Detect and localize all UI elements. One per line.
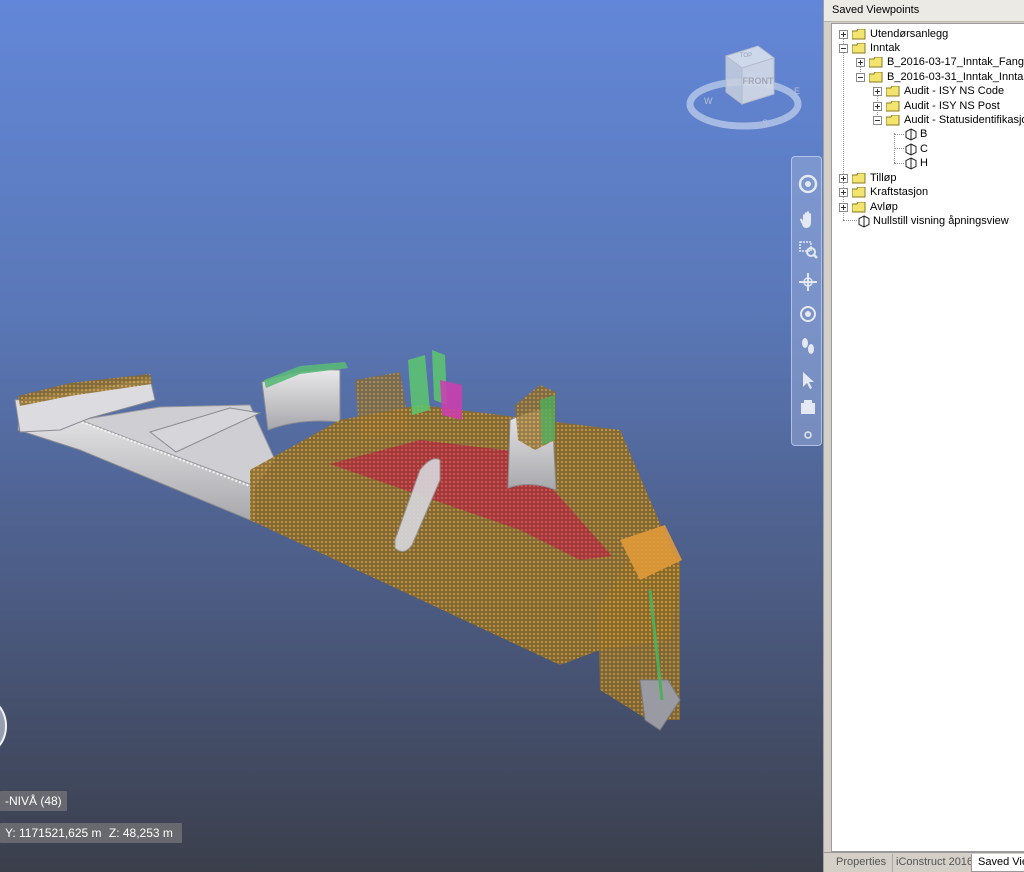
level-label: -NIVÅ (48) [0,791,67,811]
tree-label: Tilløp [870,172,897,184]
tree-label: B [920,128,928,140]
saved-viewpoints-panel: Saved Viewpoints Utendørsanlegg Inntak B… [823,0,1024,872]
expand-toggle[interactable] [873,101,882,111]
viewpoint-icon [905,156,917,170]
viewpoints-tree[interactable]: Utendørsanlegg Inntak B_2016-03-17_Innta… [831,23,1024,852]
expand-toggle[interactable] [873,86,882,96]
compass-icon [0,690,10,762]
panel-title: Saved Viewpoints [824,0,1024,22]
tab-saved-viewpoints[interactable]: Saved Viewpoints [971,854,1024,872]
tree-label: Audit - ISY NS Code [904,85,1005,97]
y-coordinate: Y: 1171521,625 m [5,826,102,840]
collapse-toggle[interactable] [839,43,848,53]
tab-properties[interactable]: Properties [830,854,894,872]
tree-label: H [920,157,928,169]
tree-label: Utendørsanlegg [870,28,949,40]
tree-folder-tillop[interactable]: Tilløp [839,171,896,185]
tree-label: Audit - Statusidentifikasjon [904,114,1024,126]
viewcube-top-label: TOP [740,53,752,59]
collapse-toggle[interactable] [873,115,882,125]
tree-label: Audit - ISY NS Post [904,100,1000,112]
tree-folder-inntakskonstruksjon[interactable]: B_2016-03-31_Inntak_Inntakskonstruksjon [856,70,1024,84]
svg-text:W: W [704,96,713,106]
3d-viewport[interactable]: TOP FRONT E W S -NIVÅ (48) Y: 1171521,62… [0,0,823,872]
tree-label: Kraftstasjon [870,186,929,198]
tree-folder-audit-ns-post[interactable]: Audit - ISY NS Post [873,99,1000,113]
tree-label: C [920,143,928,155]
tree-label: B_2016-03-17_Inntak_Fangdam [887,56,1024,68]
tree-label: Inntak [870,42,900,54]
tree-viewpoint-nullstill[interactable]: Nullstill visning åpningsview [858,214,1009,228]
folder-icon [869,71,883,83]
folder-icon [852,201,866,213]
tree-viewpoint-c[interactable]: C [905,142,928,156]
collapse-toggle[interactable] [856,72,865,82]
svg-text:S: S [762,118,768,128]
expand-toggle[interactable] [839,173,848,183]
navbar-menu-icon[interactable] [795,427,820,443]
orbit-icon[interactable] [795,269,820,294]
look-eye-icon[interactable] [795,301,820,326]
tree-label: Avløp [870,201,898,213]
tree-viewpoint-b[interactable]: B [905,127,927,141]
svg-text:E: E [794,86,800,96]
tree-folder-fangdam[interactable]: B_2016-03-17_Inntak_Fangdam [856,55,1024,69]
tree-viewpoint-h[interactable]: H [905,156,928,170]
viewpoint-icon [858,214,870,228]
walk-footprints-icon[interactable] [795,333,820,358]
tree-folder-inntak[interactable]: Inntak [839,41,900,55]
folder-icon [886,85,900,97]
tree-folder-audit-ns-code[interactable]: Audit - ISY NS Code [873,84,1004,98]
coordinate-readout: Y: 1171521,625 m Z: 48,253 m [0,823,182,843]
tree-folder-audit-status[interactable]: Audit - Statusidentifikasjon [873,113,1024,127]
viewpoint-icon [905,127,917,141]
viewcube-front-label: FRONT [743,76,774,86]
tree-label: Nullstill visning åpningsview [873,215,1009,227]
folder-icon [852,28,866,40]
tree-label: B_2016-03-31_Inntak_Inntakskonstruksjon [887,71,1024,83]
z-coordinate: Z: 48,253 m [108,826,173,840]
section-box-icon[interactable] [795,395,820,420]
navigation-bar [791,156,822,446]
expand-toggle[interactable] [856,57,865,67]
expand-toggle[interactable] [839,202,848,212]
tree-folder-utendorsanlegg[interactable]: Utendørsanlegg [839,27,948,41]
steering-wheel-icon[interactable] [795,171,820,196]
folder-icon [869,56,883,68]
folder-icon [886,100,900,112]
folder-icon [852,172,866,184]
folder-icon [886,114,900,126]
select-pointer-icon[interactable] [795,367,820,392]
folder-icon [852,42,866,54]
viewpoint-icon [905,142,917,156]
tree-folder-kraftstasjon[interactable]: Kraftstasjon [839,185,928,199]
tree-folder-avlop[interactable]: Avløp [839,200,898,214]
expand-toggle[interactable] [839,187,848,197]
tab-iconstruct[interactable]: iConstruct 2016 [890,854,981,872]
viewcube[interactable]: TOP FRONT E W S [686,38,808,134]
expand-toggle[interactable] [839,29,848,39]
panel-tabs: Properties iConstruct 2016 Saved Viewpoi… [824,852,1024,872]
folder-icon [852,186,866,198]
pan-hand-icon[interactable] [795,207,820,232]
zoom-window-icon[interactable] [795,237,820,262]
